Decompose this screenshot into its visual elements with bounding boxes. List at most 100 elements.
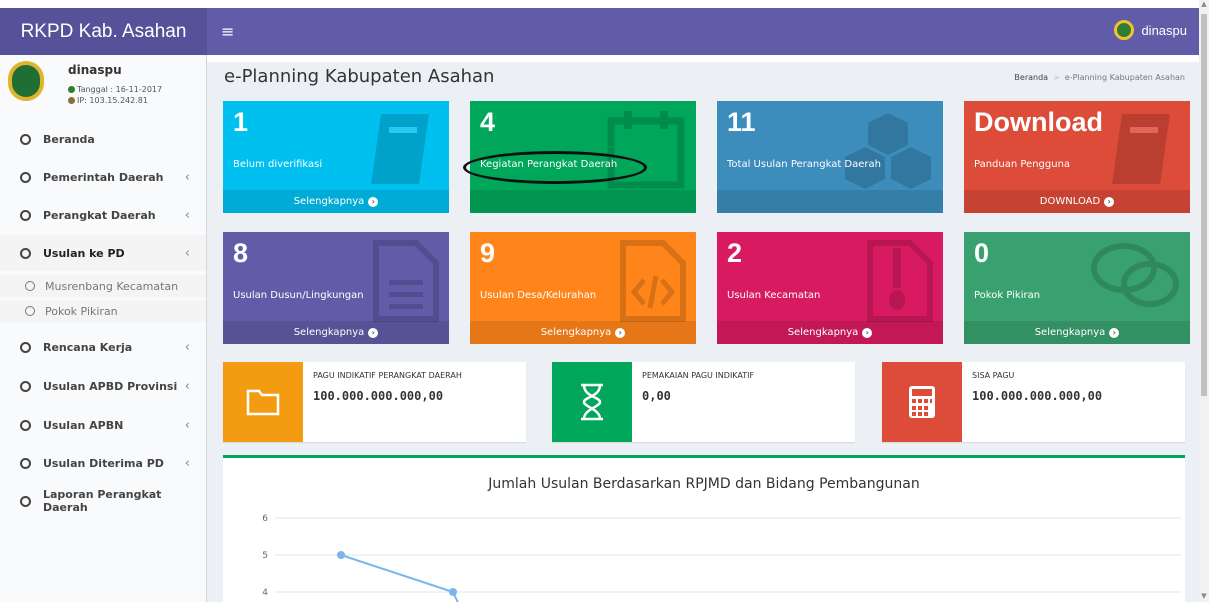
circle-icon (20, 209, 31, 221)
comments-icon (1091, 243, 1179, 307)
info-box-title: PAGU INDIKATIF PERANGKAT DAERAH (313, 371, 462, 380)
user-avatar (1114, 20, 1135, 40)
chevron-left-icon: ‹ (184, 245, 190, 261)
submenu-item-musrenbang[interactable]: Musrenbang Kecamatan (0, 275, 206, 297)
stat-number: 1 (233, 107, 249, 137)
stat-number: 0 (974, 238, 990, 268)
sidebar-item-pemerintah-daerah[interactable]: Pemerintah Daerah ‹ (0, 159, 206, 195)
file-text-icon (373, 240, 439, 322)
breadcrumb-separator: > (1053, 73, 1060, 82)
stat-label: Panduan Pengguna (974, 159, 1071, 170)
page-title: e-Planning Kabupaten Asahan (224, 66, 495, 87)
stat-box-usulan-kecamatan: 2 Usulan Kecamatan Selengkapnya › (717, 232, 943, 344)
top-header: RKPD Kab. Asahan ≡ dinaspu (0, 0, 1209, 62)
info-box-value: 0,00 (642, 389, 671, 403)
stat-number: 11 (727, 107, 756, 137)
sidebar-item-usulan-diterima-pd[interactable]: Usulan Diterima PD ‹ (0, 445, 206, 481)
stat-box-usulan-dusun: 8 Usulan Dusun/Lingkungan Selengkapnya › (223, 232, 449, 344)
more-info-link[interactable]: Selengkapnya › (470, 321, 696, 344)
scroll-down-arrow-icon[interactable]: ▼ (1199, 592, 1209, 602)
stat-box-download: Download Panduan Pengguna DOWNLOAD › (964, 101, 1190, 213)
circle-icon (20, 419, 31, 431)
data-point[interactable] (449, 588, 457, 596)
calculator-icon (882, 362, 962, 442)
stat-number: 8 (233, 238, 249, 268)
stat-box-usulan-desa: 9 Usulan Desa/Kelurahan Selengkapnya › (470, 232, 696, 344)
chevron-left-icon: ‹ (184, 417, 190, 433)
file-code-icon (620, 240, 686, 322)
sidebar: dinaspu Tanggal : 16-11-2017 IP: 103.15.… (0, 55, 207, 602)
sidebar-item-rencana-kerja[interactable]: Rencana Kerja ‹ (0, 329, 206, 365)
arrow-circle-right-icon: › (615, 327, 626, 338)
y-tick-label: 4 (262, 588, 268, 598)
stat-number: 4 (480, 107, 496, 137)
sidebar-item-laporan-perangkat-daerah[interactable]: Laporan Perangkat Daerah (0, 483, 206, 519)
more-info-link[interactable] (470, 190, 696, 213)
info-box-pagu-indikatif: PAGU INDIKATIF PERANGKAT DAERAH 100.000.… (223, 362, 526, 442)
circle-icon (20, 247, 31, 259)
download-link[interactable]: DOWNLOAD › (964, 190, 1190, 213)
hourglass-icon (552, 362, 632, 442)
file-zip-icon (867, 240, 933, 322)
stat-number: Download (974, 107, 1103, 137)
y-tick-label: 5 (262, 551, 268, 561)
sidebar-item-usulan-apbn[interactable]: Usulan APBN ‹ (0, 407, 206, 443)
stat-box-total-usulan: 11 Total Usulan Perangkat Daerah (717, 101, 943, 213)
submenu-item-pokok-pikiran[interactable]: Pokok Pikiran (0, 300, 206, 322)
arrow-circle-right-icon: › (1109, 327, 1120, 338)
sidebar-item-beranda[interactable]: Beranda (0, 121, 206, 157)
cubes-icon (845, 113, 931, 189)
stat-box-pokok-pikiran: 0 Pokok Pikiran Selengkapnya › (964, 232, 1190, 344)
user-logo (8, 61, 44, 101)
arrow-circle-right-icon: › (368, 327, 379, 338)
line-chart: 6 5 4 (262, 514, 1181, 602)
sidebar-item-usulan-apbd-provinsi[interactable]: Usulan APBD Provinsi ‹ (0, 368, 206, 404)
y-tick-label: 6 (262, 514, 268, 524)
user-name: dinaspu (68, 63, 122, 77)
chart-panel: Jumlah Usulan Berdasarkan RPJMD dan Bida… (223, 455, 1185, 602)
more-info-link[interactable]: Selengkapnya › (964, 321, 1190, 344)
user-date: Tanggal : 16-11-2017 (68, 85, 162, 94)
breadcrumb-current: e-Planning Kabupaten Asahan (1064, 73, 1185, 82)
status-dot-icon (68, 86, 75, 93)
user-ip: IP: 103.15.242.81 (68, 96, 148, 105)
info-box-sisa-pagu: SISA PAGU 100.000.000.000,00 (882, 362, 1185, 442)
stat-label: Belum diverifikasi (233, 159, 323, 170)
navbar: ≡ dinaspu (207, 8, 1199, 55)
brand-logo[interactable]: RKPD Kab. Asahan (0, 8, 207, 55)
breadcrumb-home[interactable]: Beranda (1014, 73, 1048, 82)
more-info-link[interactable]: Selengkapnya › (223, 190, 449, 213)
user-panel: dinaspu Tanggal : 16-11-2017 IP: 103.15.… (8, 58, 203, 110)
scroll-up-arrow-icon[interactable]: ▲ (1199, 0, 1209, 10)
data-point[interactable] (337, 551, 345, 559)
user-menu-name: dinaspu (1141, 22, 1187, 38)
stat-label: Usulan Kecamatan (727, 290, 821, 301)
user-menu[interactable]: dinaspu (1114, 20, 1187, 40)
arrow-circle-right-icon: › (368, 196, 379, 207)
more-info-link[interactable]: Selengkapnya › (717, 321, 943, 344)
info-box-value: 100.000.000.000,00 (972, 389, 1103, 403)
info-box-value: 100.000.000.000,00 (313, 389, 444, 403)
page-scrollbar[interactable]: ▲ ▼ (1199, 0, 1209, 602)
chevron-left-icon: ‹ (184, 378, 190, 394)
sidebar-item-perangkat-daerah[interactable]: Perangkat Daerah ‹ (0, 197, 206, 233)
series-line (340, 554, 459, 602)
highlight-ellipse (463, 151, 647, 184)
book-icon (371, 114, 429, 184)
info-box-title: SISA PAGU (972, 371, 1015, 380)
stat-number: 2 (727, 238, 743, 268)
sidebar-item-usulan-ke-pd[interactable]: Usulan ke PD ‹ (0, 235, 206, 271)
circle-icon (25, 306, 35, 316)
stat-box-belum-diverifikasi: 1 Belum diverifikasi Selengkapnya › (223, 101, 449, 213)
chevron-left-icon: ‹ (184, 207, 190, 223)
breadcrumb: Beranda > e-Planning Kabupaten Asahan (1014, 73, 1185, 82)
stat-label: Pokok Pikiran (974, 290, 1041, 301)
scrollbar-thumb[interactable] (1201, 14, 1207, 396)
hamburger-icon[interactable]: ≡ (221, 22, 234, 41)
arrow-circle-right-icon: › (862, 327, 873, 338)
more-info-link[interactable]: Selengkapnya › (223, 321, 449, 344)
circle-icon (20, 380, 31, 392)
more-info-link[interactable] (717, 190, 943, 213)
chevron-left-icon: ‹ (184, 455, 190, 471)
circle-icon (20, 341, 31, 353)
